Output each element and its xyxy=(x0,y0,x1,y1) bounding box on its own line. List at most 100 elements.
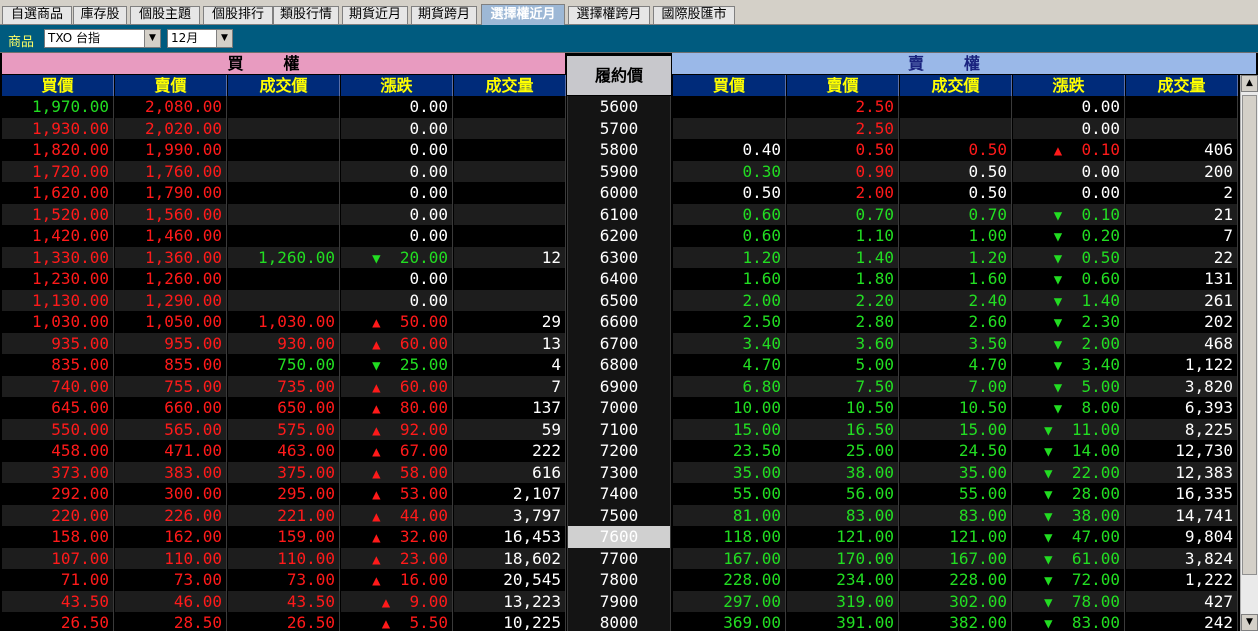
table-row[interactable]: 26.50 28.50 26.50 ▲ 5.50 10,225 8000 369.00 391… xyxy=(0,612,1240,631)
change-value: 78.00 xyxy=(1071,591,1120,611)
tab-10[interactable]: 國際股匯市 xyxy=(653,6,735,24)
c-cell-3: 735.00 xyxy=(228,375,340,397)
tab-5[interactable]: 類股行情 xyxy=(273,6,339,24)
c-cell-5: 16,453 xyxy=(454,526,566,548)
strike-price: 6200 xyxy=(567,225,671,247)
table-row[interactable]: 1,720.00 1,760.00 0.00 5900 0.30 0.90 0.50 0.00… xyxy=(0,160,1240,182)
tab-8[interactable]: 選擇權近月 xyxy=(481,4,565,25)
c-cell-5: 13 xyxy=(454,332,566,354)
scroll-thumb[interactable] xyxy=(1242,95,1257,575)
table-row[interactable]: 292.00 300.00 295.00 ▲ 53.00 2,107 7400 55.00 5… xyxy=(0,483,1240,505)
tab-7[interactable]: 期貨跨月 xyxy=(411,6,477,24)
table-row[interactable]: 458.00 471.00 463.00 ▲ 67.00 222 7200 23.50 25.… xyxy=(0,440,1240,462)
up-triangle-icon: ▲ xyxy=(372,379,381,396)
put-col-header-3[interactable]: 成交價 xyxy=(900,75,1012,96)
p-cell-3: 24.50 xyxy=(900,440,1012,462)
table-row[interactable]: 1,970.00 2,080.00 0.00 5600 2.50 0.00 xyxy=(0,96,1240,118)
table-row[interactable]: 1,030.00 1,050.00 1,030.00 ▲ 50.00 29 6600 2.5… xyxy=(0,311,1240,333)
vertical-scrollbar[interactable]: ▲ ▼ xyxy=(1240,75,1258,631)
tab-1[interactable]: 自選商品 xyxy=(2,6,72,24)
c-cell-4: ▲ 58.00 xyxy=(341,461,453,483)
table-row[interactable]: 835.00 855.00 750.00 ▼ 25.00 4 6800 4.70 5.00 4.… xyxy=(0,354,1240,376)
down-triangle-icon: ▼ xyxy=(1053,272,1063,288)
table-row[interactable]: 1,420.00 1,460.00 0.00 6200 0.60 1.10 1.00 ▼ 0.… xyxy=(0,225,1240,247)
down-triangle-icon: ▼ xyxy=(1044,422,1053,439)
p-cell-3: 0.50 xyxy=(900,139,1012,161)
p-cell-2: 10.50 xyxy=(787,397,899,419)
call-col-header-5[interactable]: 成交量 xyxy=(454,75,566,96)
p-cell-2: 2.50 xyxy=(787,117,899,139)
tab-6[interactable]: 期貨近月 xyxy=(342,6,408,24)
p-cell-2: 16.50 xyxy=(787,418,899,440)
product-select[interactable]: TXO 台指 ▼ xyxy=(44,29,161,48)
p-cell-3: 83.00 xyxy=(900,504,1012,526)
tab-9[interactable]: 選擇權跨月 xyxy=(568,6,650,24)
c-cell-4: 0.00 xyxy=(341,96,453,118)
p-cell-2: 2.20 xyxy=(787,289,899,311)
table-row[interactable]: 1,820.00 1,990.00 0.00 5800 0.40 0.50 0.50 ▲ 0.… xyxy=(0,139,1240,161)
table-row[interactable]: 158.00 162.00 159.00 ▲ 32.00 16,453 7600 118.0… xyxy=(0,526,1240,548)
c-cell-4: ▲ 16.00 xyxy=(341,569,453,591)
c-cell-2: 1,050.00 xyxy=(115,311,227,333)
chevron-down-icon[interactable]: ▼ xyxy=(144,30,160,47)
up-triangle-icon: ▲ xyxy=(381,616,391,631)
call-col-header-3[interactable]: 成交價 xyxy=(228,75,340,96)
p-cell-1: 81.00 xyxy=(673,504,786,526)
table-row[interactable]: 373.00 383.00 375.00 ▲ 58.00 616 7300 35.00 38.… xyxy=(0,461,1240,483)
table-row[interactable]: 71.00 73.00 73.00 ▲ 16.00 20,545 7800 228.00 23… xyxy=(0,569,1240,591)
month-select[interactable]: 12月 ▼ xyxy=(167,29,233,48)
c-cell-3 xyxy=(228,289,340,311)
table-row[interactable]: 740.00 755.00 735.00 ▲ 60.00 7 6900 6.80 7.50 7.… xyxy=(0,375,1240,397)
put-col-header-2[interactable]: 賣價 xyxy=(787,75,899,96)
tab-2[interactable]: 庫存股 xyxy=(73,6,127,24)
c-cell-5: 20,545 xyxy=(454,569,566,591)
strike-price: 6900 xyxy=(567,375,671,397)
p-cell-4: ▼ 5.00 xyxy=(1013,375,1125,397)
scroll-down-icon[interactable]: ▼ xyxy=(1241,614,1258,631)
table-row[interactable]: 935.00 955.00 930.00 ▲ 60.00 13 6700 3.40 3.60 3… xyxy=(0,332,1240,354)
down-triangle-icon: ▼ xyxy=(1053,401,1063,417)
c-cell-1: 740.00 xyxy=(2,375,114,397)
call-col-header-1[interactable]: 買價 xyxy=(2,75,114,96)
c-cell-1: 26.50 xyxy=(2,612,114,631)
c-cell-1: 1,720.00 xyxy=(2,160,114,182)
change-value: 0.50 xyxy=(1081,247,1120,267)
table-row[interactable]: 1,620.00 1,790.00 0.00 6000 0.50 2.00 0.50 0.00… xyxy=(0,182,1240,204)
table-row[interactable]: 550.00 565.00 575.00 ▲ 92.00 59 7100 15.00 16.5… xyxy=(0,418,1240,440)
p-cell-2: 0.90 xyxy=(787,160,899,182)
table-row[interactable]: 1,520.00 1,560.00 0.00 6100 0.60 0.70 0.70 ▼ 0.… xyxy=(0,203,1240,225)
table-row[interactable]: 1,930.00 2,020.00 0.00 5700 2.50 0.00 xyxy=(0,117,1240,139)
change-value: 25.00 xyxy=(399,355,448,374)
strike-column-header[interactable]: 履約價 xyxy=(567,56,671,95)
put-col-header-4[interactable]: 漲跌 xyxy=(1013,75,1125,96)
p-cell-1: 4.70 xyxy=(673,354,786,376)
table-row[interactable]: 1,130.00 1,290.00 0.00 6500 2.00 2.20 2.40 ▼ 1.… xyxy=(0,289,1240,311)
put-col-header-1[interactable]: 買價 xyxy=(673,75,786,96)
put-col-header-5[interactable]: 成交量 xyxy=(1126,75,1238,96)
p-cell-4: ▼ 0.10 xyxy=(1013,203,1125,225)
c-cell-2: 383.00 xyxy=(115,461,227,483)
call-col-header-2[interactable]: 賣價 xyxy=(115,75,227,96)
table-row[interactable]: 43.50 46.00 43.50 ▲ 9.00 13,223 7900 297.00 319… xyxy=(0,590,1240,612)
p-cell-2: 7.50 xyxy=(787,375,899,397)
scroll-up-icon[interactable]: ▲ xyxy=(1241,75,1258,92)
c-cell-3 xyxy=(228,117,340,139)
tab-4[interactable]: 個股排行 xyxy=(203,6,273,24)
p-cell-4: ▼ 3.40 xyxy=(1013,354,1125,376)
c-cell-2: 162.00 xyxy=(115,526,227,548)
strike-price: 6000 xyxy=(567,182,671,204)
p-cell-3: 55.00 xyxy=(900,483,1012,505)
down-triangle-icon: ▼ xyxy=(1044,530,1053,546)
tab-3[interactable]: 個股主題 xyxy=(130,6,200,24)
chevron-down-icon[interactable]: ▼ xyxy=(216,30,232,47)
table-row[interactable]: 220.00 226.00 221.00 ▲ 44.00 3,797 7500 81.00 8… xyxy=(0,504,1240,526)
table-row[interactable]: 1,330.00 1,360.00 1,260.00 ▼ 20.00 12 6300 1.2… xyxy=(0,246,1240,268)
table-row[interactable]: 1,230.00 1,260.00 0.00 6400 1.60 1.80 1.60 ▼ 0.… xyxy=(0,268,1240,290)
table-row[interactable]: 645.00 660.00 650.00 ▲ 80.00 137 7000 10.00 10.… xyxy=(0,397,1240,419)
change-value: 58.00 xyxy=(399,462,448,482)
call-section-header: 買權 xyxy=(2,53,565,74)
table-row[interactable]: 107.00 110.00 110.00 ▲ 23.00 18,602 7700 167.0… xyxy=(0,547,1240,569)
c-cell-3: 26.50 xyxy=(228,612,340,631)
p-cell-1: 55.00 xyxy=(673,483,786,505)
call-col-header-4[interactable]: 漲跌 xyxy=(341,75,453,96)
